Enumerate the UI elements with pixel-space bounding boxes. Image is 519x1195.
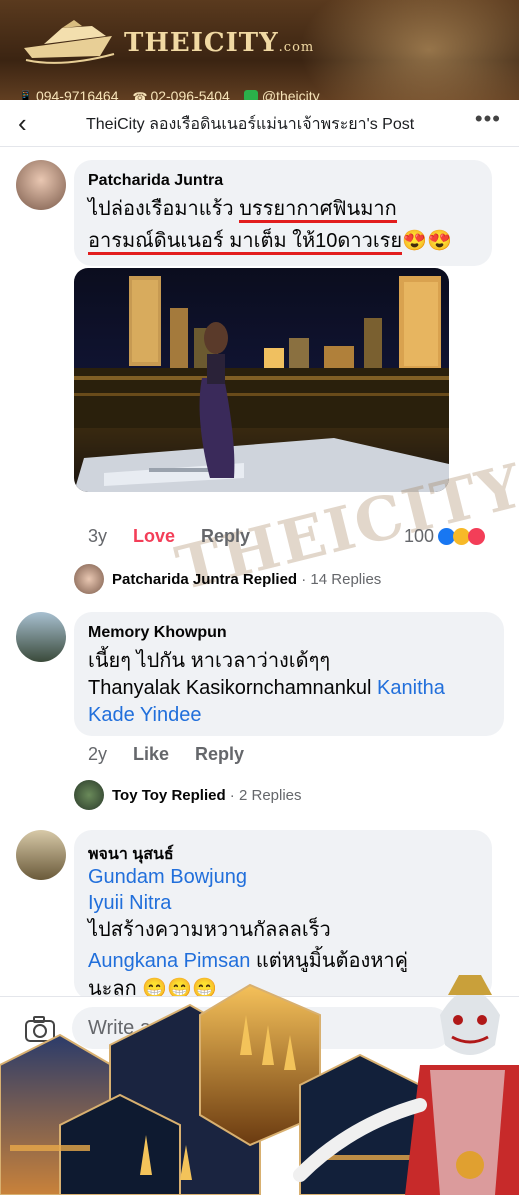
avatar[interactable] xyxy=(16,160,66,210)
comment-text-line: เนี้ยๆ ไปกัน หาเวลาว่างเด้ๆๆ xyxy=(88,650,331,672)
reply-count: 2 Replies xyxy=(238,786,302,804)
love-reaction-button[interactable]: Love xyxy=(133,526,175,547)
comment-text-line: Thanyalak Kasikornchamnankul Kanitha xyxy=(88,675,445,702)
banner-glow xyxy=(299,0,519,110)
underlined-phrase: บรรยากาศฟินมาก xyxy=(239,198,397,223)
tagged-user-link[interactable]: Kanitha xyxy=(377,677,445,699)
reply-button[interactable]: Reply xyxy=(201,526,250,547)
comment-author[interactable]: Patcharida Juntra xyxy=(88,172,223,190)
comment-text-line: อารมณ์ดินเนอร์ มาเต็ม ให้10ดาวเรย😍😍 xyxy=(88,228,452,255)
tagged-user-link[interactable]: Kade Yindee xyxy=(88,702,201,729)
ship-logo-icon xyxy=(24,20,115,64)
reaction-summary[interactable]: 100 xyxy=(404,526,486,547)
post-header: ‹ TheiCity ลองเรือดินเนอร์แม่นาเจ้าพระยา… xyxy=(0,100,519,147)
comment-age: 2y xyxy=(88,744,108,764)
reply-author: Patcharida Juntra xyxy=(112,570,239,588)
underlined-phrase: อารมณ์ดินเนอร์ มาเต็ม ให้10ดาวเรย xyxy=(88,230,403,255)
love-reaction-icon xyxy=(468,528,486,545)
more-options-icon[interactable]: ••• xyxy=(475,106,501,132)
tagged-user-link[interactable]: Gundam Bowjung xyxy=(88,864,247,891)
comment-actions: 3y Love Reply xyxy=(88,526,250,547)
replies-preview[interactable]: Toy Toy Replied · 2 Replies xyxy=(74,780,302,810)
tagged-user-link[interactable]: Aungkana Pimsan xyxy=(88,950,250,972)
back-chevron-icon[interactable]: ‹ xyxy=(18,108,27,139)
reply-button[interactable]: Reply xyxy=(195,744,244,765)
post-title: TheiCity ลองเรือดินเนอร์แม่นาเจ้าพระยา's… xyxy=(86,116,415,133)
comment-bubble: Patcharida Juntra ไปล่องเรือมาแร้ว บรรยา… xyxy=(74,160,492,266)
comment-author[interactable]: Memory Khowpun xyxy=(88,624,227,642)
comment-text-line: ไปสร้างความหวานกัลลลเร็ว xyxy=(88,919,331,941)
comment-photo[interactable] xyxy=(74,268,449,492)
comment-actions: 2y Like Reply xyxy=(88,744,244,765)
comment-bubble: Memory Khowpun เนี้ยๆ ไปกัน หาเวลาว่างเด… xyxy=(74,612,504,736)
comment-text-part: ไปล่องเรือมาแร้ว xyxy=(88,198,240,220)
tagged-user-link[interactable]: Iyuii Nitra xyxy=(88,890,171,917)
comment-age: 3y xyxy=(88,526,108,546)
heart-eyes-emoji: 😍😍 xyxy=(402,230,452,252)
reply-count: 14 Replies xyxy=(310,570,382,588)
comment-text-part: Thanyalak Kasikornchamnankul xyxy=(88,677,378,699)
avatar[interactable] xyxy=(16,612,66,662)
replies-preview[interactable]: Patcharida Juntra Replied · 14 Replies xyxy=(74,564,381,594)
avatar xyxy=(74,780,104,810)
reply-verb: Replied xyxy=(171,786,226,804)
reply-verb: Replied xyxy=(242,570,298,588)
comment-text-part: แต่หนูมิ้นต้องหาคู่ xyxy=(250,950,409,972)
avatar[interactable] xyxy=(16,830,66,880)
avatar xyxy=(74,564,104,594)
comment-text-line: ไปล่องเรือมาแร้ว บรรยากาศฟินมาก xyxy=(88,196,397,223)
reaction-count: 100 xyxy=(404,526,435,546)
comment-text-line: Aungkana Pimsan แต่หนูมิ้นต้องหาคู่ xyxy=(88,948,408,975)
like-button[interactable]: Like xyxy=(133,744,169,765)
brand-logo-text: THEICITY.com xyxy=(124,28,315,58)
night-river-cruise-photo xyxy=(74,276,449,492)
theicity-banner: THEICITY.com 📱 094-9716464 ☎ 02-096-5404 @… xyxy=(0,0,519,110)
reply-author: Toy Toy xyxy=(112,786,168,804)
promo-collage-overlay xyxy=(0,975,519,1195)
